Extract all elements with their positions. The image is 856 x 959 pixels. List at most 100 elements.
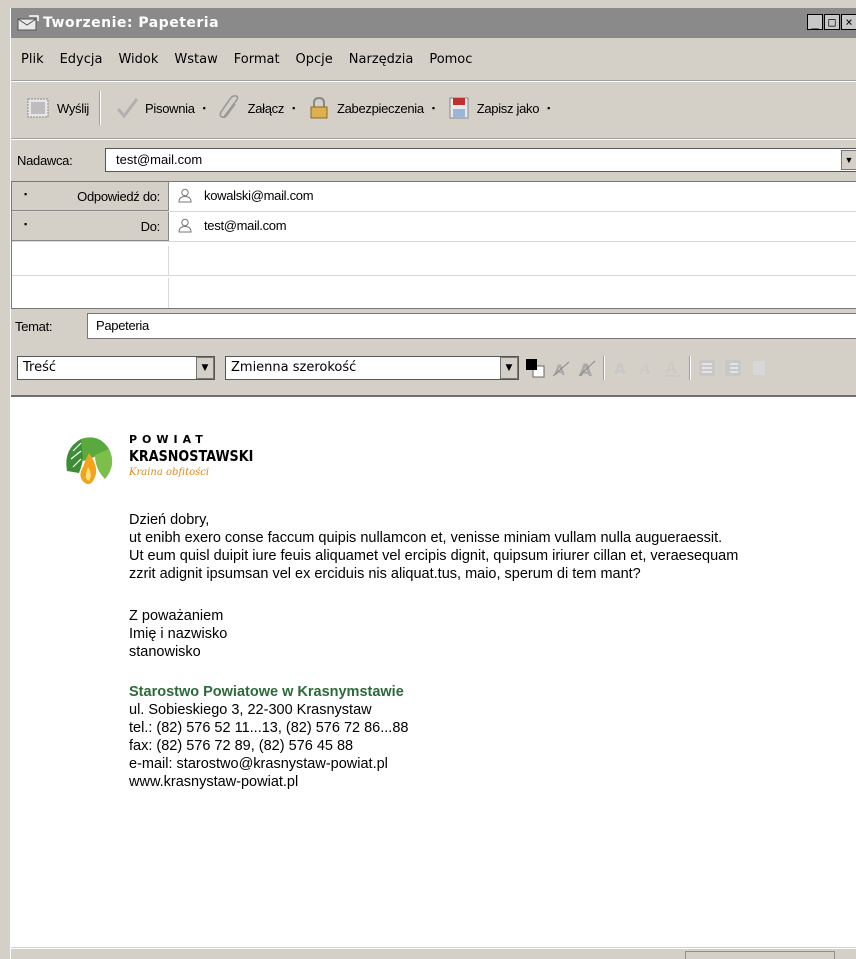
send-icon <box>27 98 49 118</box>
paperclip-icon <box>218 95 238 119</box>
text-color-icon[interactable] <box>525 358 545 378</box>
logo-tagline: Kraina obfitości <box>129 467 210 478</box>
format-separator <box>689 356 691 380</box>
powiat-logo-icon <box>60 432 118 490</box>
security-label: Zabezpieczenia <box>336 100 424 116</box>
maximize-button[interactable]: □ <box>824 14 840 30</box>
chevron-down-icon[interactable]: ▼ <box>500 357 518 379</box>
svg-text:A: A <box>666 359 677 377</box>
bulleted-list-icon[interactable] <box>697 358 717 378</box>
organization-address: ul. Sobieskiego 3, 22-300 Krasnystaw <box>129 702 372 718</box>
svg-text:A: A <box>638 360 651 378</box>
menu-edit[interactable]: Edycja <box>60 52 103 67</box>
compose-app-icon <box>17 15 39 31</box>
indent-icon[interactable] <box>749 358 769 378</box>
minimize-button[interactable]: _ <box>807 14 823 30</box>
security-dropdown-icon[interactable]: ▪ <box>432 103 435 113</box>
organization-name: Starostwo Powiatowe w Krasnymstawie <box>129 684 404 700</box>
menu-view[interactable]: Widok <box>118 52 158 67</box>
format-separator <box>603 356 605 380</box>
save-as-label: Zapisz jako <box>476 100 540 116</box>
font-larger-icon[interactable]: A <box>577 358 597 378</box>
svg-text:A: A <box>614 360 626 378</box>
close-button[interactable]: × <box>841 14 856 30</box>
bold-icon[interactable]: A <box>611 358 631 378</box>
window-title: Tworzenie: Papeteria <box>43 15 220 31</box>
body-line: Ut eum quisl duipit iure feuis aliquamet… <box>129 548 739 564</box>
chevron-down-icon[interactable]: ▼ <box>196 357 214 379</box>
greeting: Dzień dobry, <box>129 512 210 528</box>
save-as-button[interactable]: Zapisz jako ▪ <box>445 95 550 121</box>
security-button[interactable]: Zabezpieczenia ▪ <box>305 95 435 121</box>
chevron-down-icon[interactable]: ▼ <box>841 150 856 170</box>
subject-input[interactable]: Papeteria <box>87 313 856 339</box>
menu-separator <box>11 80 856 82</box>
paragraph-style-select[interactable]: Treść ▼ <box>17 356 215 380</box>
attach-label: Załącz <box>247 100 285 116</box>
empty-recipient-row[interactable] <box>12 246 856 276</box>
numbered-list-icon[interactable] <box>723 358 743 378</box>
body-line: ut enibh exero conse faccum quipis nulla… <box>129 530 723 546</box>
sender-row: Nadawca: test@mail.com ▼ <box>11 148 856 172</box>
recipient-type-selector[interactable]: ▪ Odpowiedź do: <box>12 182 169 211</box>
recipients-list: ▪ Odpowiedź do: kowalski@mail.com ▪ Do: <box>11 181 856 309</box>
toolbar-separator <box>99 91 102 125</box>
empty-recipient-type <box>12 246 169 275</box>
subject-label: Temat: <box>15 319 53 334</box>
font-smaller-icon[interactable]: A <box>551 358 571 378</box>
title-bar: Tworzenie: Papeteria _ □ × <box>11 8 856 38</box>
empty-recipient-row[interactable] <box>12 278 856 308</box>
menu-file[interactable]: Plik <box>21 52 44 67</box>
menu-bar: Plik Edycja Widok Wstaw Format Opcje Nar… <box>11 48 478 70</box>
message-editor[interactable]: POWIAT KRASNOSTAWSKI Kraina obfitości Dz… <box>11 395 856 947</box>
spelling-label: Pisownia <box>145 100 195 116</box>
empty-recipient-type <box>12 278 169 308</box>
logo-line-2: KRASNOSTAWSKI <box>129 447 254 465</box>
status-panel <box>685 951 835 959</box>
person-icon <box>178 218 192 233</box>
font-select[interactable]: Zmienna szerokość ▼ <box>225 356 519 380</box>
attach-button[interactable]: Załącz ▪ <box>216 95 295 121</box>
recipient-row[interactable]: ▪ Do: test@mail.com <box>12 212 856 242</box>
logo-line-1: POWIAT <box>129 433 208 446</box>
recipient-type: Odpowiedź do: <box>77 189 160 204</box>
save-as-dropdown-icon[interactable]: ▪ <box>547 103 550 113</box>
menu-insert[interactable]: Wstaw <box>174 52 217 67</box>
menu-options[interactable]: Opcje <box>296 52 333 67</box>
recipient-address[interactable]: test@mail.com <box>178 218 287 233</box>
underline-icon[interactable]: A <box>663 358 683 378</box>
send-label: Wyślij <box>57 100 90 116</box>
recipient-row[interactable]: ▪ Odpowiedź do: kowalski@mail.com <box>12 182 856 212</box>
recipient-type-selector[interactable]: ▪ Do: <box>12 212 169 241</box>
recipient-address[interactable]: kowalski@mail.com <box>178 188 314 203</box>
sender-value: test@mail.com <box>116 152 203 167</box>
recipient-address-text: kowalski@mail.com <box>204 188 314 203</box>
main-toolbar: Wyślij Pisownia ▪ Załącz ▪ Zabezpieczeni… <box>11 86 560 130</box>
save-icon <box>449 97 469 119</box>
format-toolbar: Treść ▼ Zmienna szerokość ▼ A A A A A <box>11 353 856 383</box>
closing-line: Z poważaniem <box>129 608 224 624</box>
closing-line: stanowisko <box>129 644 201 660</box>
lock-icon <box>310 96 328 119</box>
sender-label: Nadawca: <box>17 152 73 168</box>
menu-tools[interactable]: Narzędzia <box>349 52 414 67</box>
spelling-button[interactable]: Pisownia ▪ <box>113 95 206 121</box>
italic-icon[interactable]: A <box>637 358 657 378</box>
send-button[interactable]: Wyślij <box>25 95 89 121</box>
checkmark-icon <box>116 98 139 119</box>
bullet-icon: ▪ <box>24 189 28 199</box>
recipient-type: Do: <box>140 219 161 234</box>
toolbar-separator-bottom <box>11 138 856 140</box>
attach-dropdown-icon[interactable]: ▪ <box>292 103 295 113</box>
subject-row: Temat: Papeteria <box>11 313 856 339</box>
sender-select[interactable]: test@mail.com ▼ <box>105 148 856 172</box>
spelling-dropdown-icon[interactable]: ▪ <box>203 103 206 113</box>
organization-fax: fax: (82) 576 72 89, (82) 576 45 88 <box>129 738 354 754</box>
status-bar <box>11 948 856 959</box>
font-value: Zmienna szerokość <box>231 360 357 375</box>
menu-help[interactable]: Pomoc <box>429 52 472 67</box>
compose-window: Tworzenie: Papeteria _ □ × Plik Edycja W… <box>10 8 856 959</box>
person-icon <box>178 188 192 203</box>
closing-line: Imię i nazwisko <box>129 626 228 642</box>
menu-format[interactable]: Format <box>234 52 280 67</box>
